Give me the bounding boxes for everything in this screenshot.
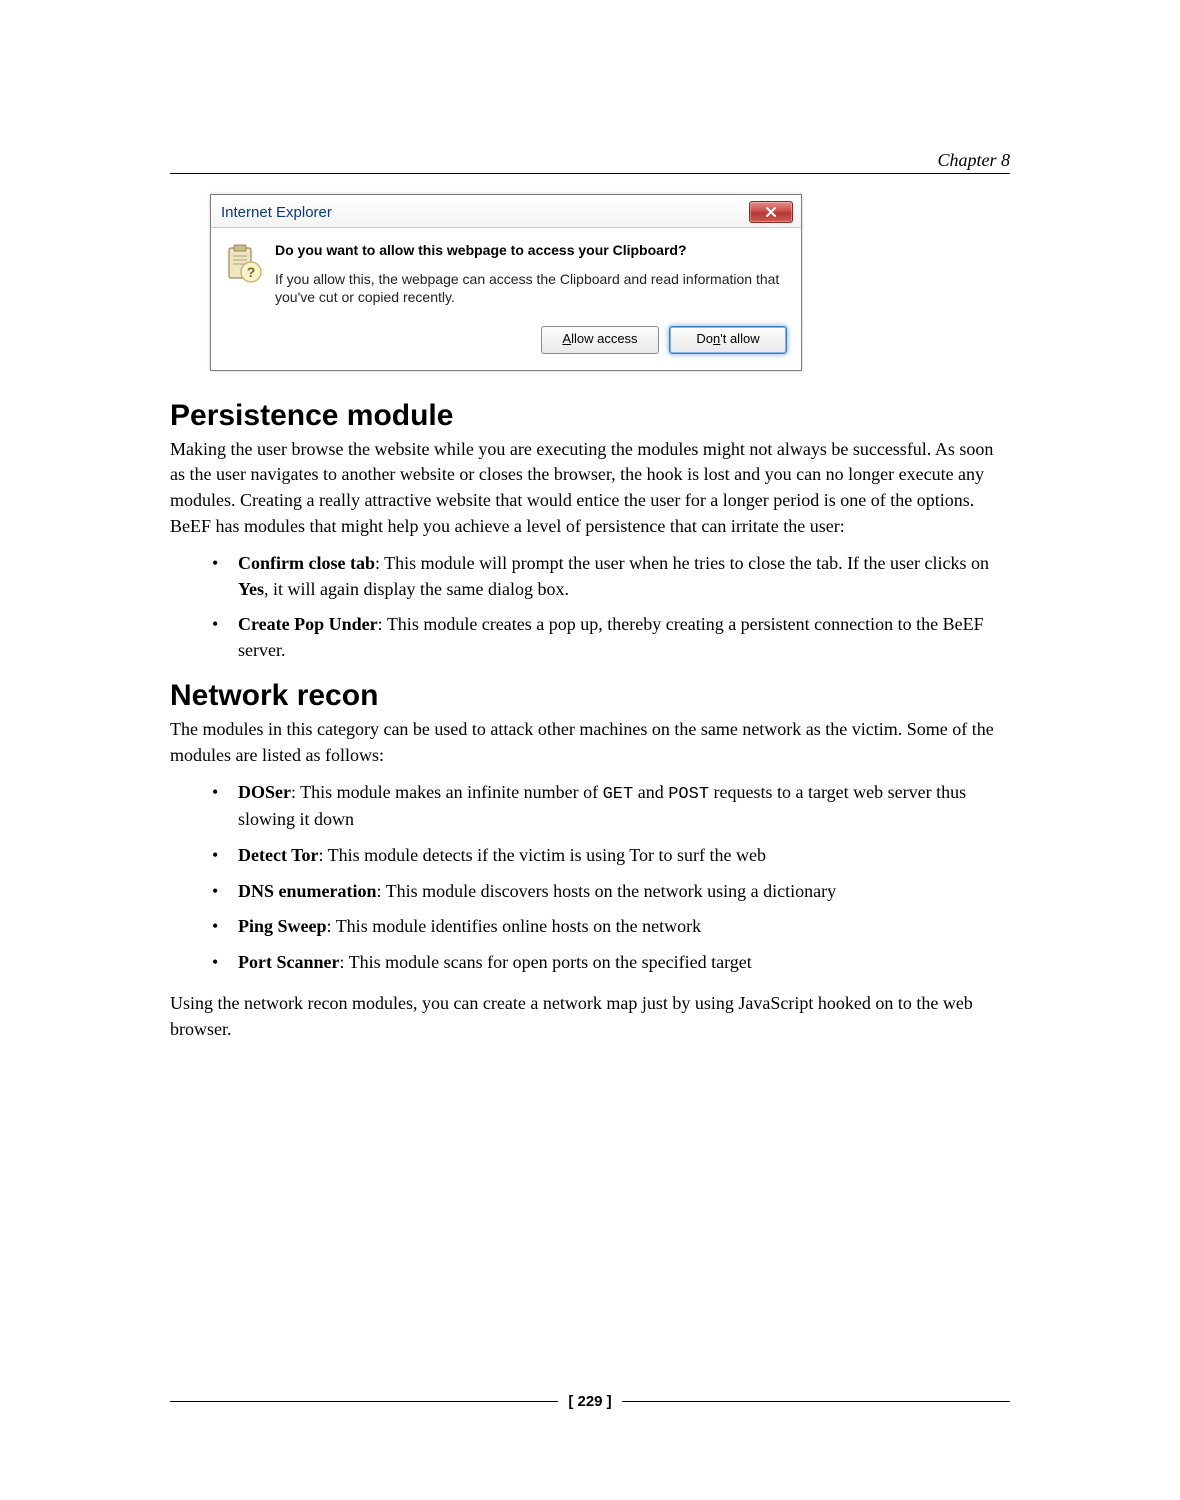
item-text: : This module will prompt the user when …	[375, 553, 989, 573]
item-text: : This module makes an infinite number o…	[291, 782, 603, 802]
book-page: Chapter 8 Internet Explorer	[0, 0, 1180, 1500]
item-text: : This module detects if the victim is u…	[318, 845, 766, 865]
chapter-label: Chapter 8	[937, 150, 1010, 170]
clipboard-question-icon: ?	[223, 242, 263, 306]
list-item: Ping Sweep: This module identifies onlin…	[216, 914, 1010, 940]
page-number: [ 229 ]	[568, 1393, 611, 1410]
ie-dialog: Internet Explorer ?	[210, 194, 802, 371]
code-post: POST	[668, 785, 709, 804]
list-item: DNS enumeration: This module discovers h…	[216, 879, 1010, 905]
item-bold: Ping Sweep	[238, 916, 327, 936]
item-text-mid: and	[633, 782, 668, 802]
persistence-intro: Making the user browse the website while…	[170, 437, 1010, 539]
footer-rule-left	[170, 1401, 558, 1402]
item-text: : This module identifies online hosts on…	[327, 916, 702, 936]
persistence-list: Confirm close tab: This module will prom…	[170, 551, 1010, 663]
item-bold: DOSer	[238, 782, 291, 802]
list-item: DOSer: This module makes an infinite num…	[216, 780, 1010, 833]
dialog-text-col: Do you want to allow this webpage to acc…	[275, 242, 787, 306]
item-bold: DNS enumeration	[238, 881, 377, 901]
item-bold: Create Pop Under	[238, 614, 378, 634]
allow-underline: A	[562, 331, 571, 346]
network-intro: The modules in this category can be used…	[170, 717, 1010, 768]
chapter-header: Chapter 8	[170, 150, 1010, 174]
allow-access-button[interactable]: Allow access	[541, 326, 659, 354]
code-get: GET	[603, 785, 634, 804]
dialog-title: Internet Explorer	[221, 204, 332, 221]
svg-text:?: ?	[247, 264, 256, 280]
dialog-message: If you allow this, the webpage can acces…	[275, 270, 787, 306]
network-heading: Network recon	[170, 679, 1010, 713]
dialog-titlebar: Internet Explorer	[211, 195, 801, 228]
list-item: Confirm close tab: This module will prom…	[216, 551, 1010, 602]
dialog-heading: Do you want to allow this webpage to acc…	[275, 242, 787, 260]
item-bold: Confirm close tab	[238, 553, 375, 573]
close-icon	[765, 206, 777, 218]
item-bold: Port Scanner	[238, 952, 339, 972]
persistence-heading: Persistence module	[170, 399, 1010, 433]
item-text2: , it will again display the same dialog …	[264, 579, 569, 599]
item-text: : This module discovers hosts on the net…	[377, 881, 837, 901]
dialog-screenshot: Internet Explorer ?	[210, 194, 1010, 371]
allow-rest: llow access	[571, 331, 637, 346]
yes-bold: Yes	[238, 579, 264, 599]
dont-prefix: Do	[696, 331, 713, 346]
close-button[interactable]	[749, 201, 793, 223]
dialog-button-row: Allow access Don't allow	[211, 312, 801, 370]
list-item: Port Scanner: This module scans for open…	[216, 950, 1010, 976]
dialog-body: ? Do you want to allow this webpage to a…	[211, 228, 801, 312]
footer-rule-right	[622, 1401, 1010, 1402]
item-bold: Detect Tor	[238, 845, 318, 865]
network-list: DOSer: This module makes an infinite num…	[170, 780, 1010, 975]
dont-rest: 't allow	[720, 331, 759, 346]
list-item: Detect Tor: This module detects if the v…	[216, 843, 1010, 869]
page-footer: [ 229 ]	[170, 1393, 1010, 1410]
item-text: : This module scans for open ports on th…	[339, 952, 751, 972]
list-item: Create Pop Under: This module creates a …	[216, 612, 1010, 663]
dont-allow-button[interactable]: Don't allow	[669, 326, 787, 354]
network-outro: Using the network recon modules, you can…	[170, 991, 1010, 1042]
